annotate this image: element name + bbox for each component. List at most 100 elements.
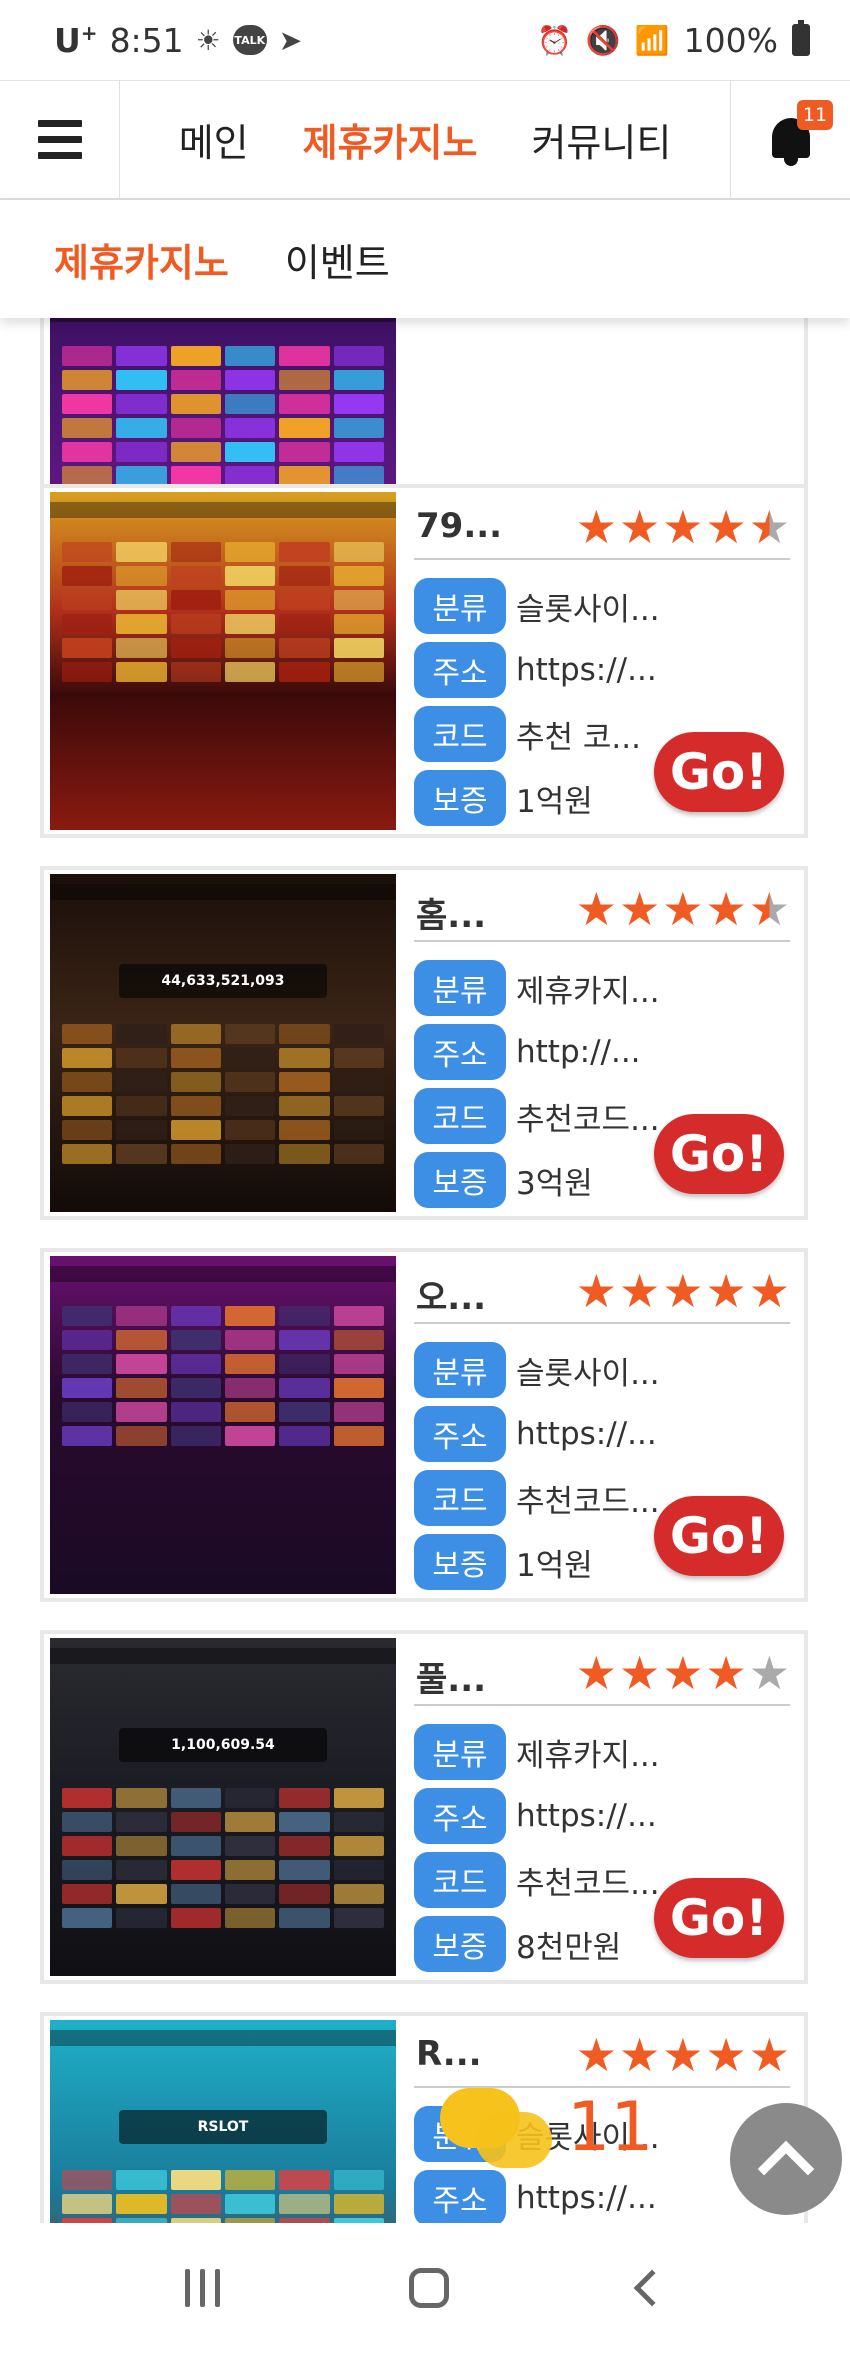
go-button[interactable]: Go! bbox=[654, 1114, 784, 1194]
info-tag: 분류 bbox=[414, 578, 506, 634]
tab-events[interactable]: 이벤트 bbox=[285, 232, 390, 287]
casino-card[interactable]: 79... ★ ★ ★ ★ ★ 분류 슬롯사이... 주소 https://... 코드 추천 코..… bbox=[40, 484, 808, 838]
battery-icon bbox=[792, 20, 810, 56]
go-button[interactable]: Go! bbox=[654, 1496, 784, 1576]
info-row: 주소 https://... bbox=[414, 642, 657, 698]
nav-main[interactable]: 메인 bbox=[179, 112, 249, 167]
clock: 8:51 bbox=[109, 20, 184, 60]
home-button[interactable] bbox=[409, 2268, 450, 2308]
star-icon: ★ bbox=[662, 1264, 704, 1318]
menu-icon[interactable] bbox=[0, 79, 120, 200]
star-icon: ★ bbox=[705, 1264, 747, 1318]
divider bbox=[414, 1322, 790, 1324]
notification-button[interactable]: 11 bbox=[730, 79, 850, 200]
casino-name[interactable]: 79... bbox=[416, 506, 502, 546]
casino-card[interactable]: RSLOTR...★★★★★분류슬롯사이...주소https://... bbox=[40, 2012, 808, 2223]
wifi-icon: 📶 bbox=[634, 23, 670, 57]
info-tag: 보증 bbox=[414, 1916, 506, 1972]
casino-card[interactable]: 오... ★ ★ ★ ★ ★ 분류 슬롯사이... 주소 https://... 코드 추천코드...… bbox=[40, 1248, 808, 1602]
casino-screenshot[interactable]: RSLOT bbox=[50, 2020, 396, 2223]
info-row: 코드 추천 코... bbox=[414, 706, 641, 762]
info-row: 보증 8천만원 bbox=[414, 1916, 621, 1972]
carrier-label: U+ bbox=[54, 20, 98, 60]
go-button[interactable]: Go! bbox=[654, 732, 784, 812]
star-icon: ★ bbox=[575, 882, 617, 936]
top-nav: 메인 제휴카지노 커뮤니티 11 bbox=[0, 79, 850, 200]
casino-name[interactable]: R... bbox=[416, 2034, 482, 2074]
thumbnail-banner-text: 44,633,521,093 bbox=[119, 964, 327, 998]
star-icon: ★ bbox=[705, 2028, 747, 2082]
star-icon: ★ bbox=[748, 1646, 790, 1700]
info-row: 주소 https://... bbox=[414, 1406, 657, 1462]
star-icon: ★ bbox=[662, 1646, 704, 1700]
casino-name[interactable]: 오... bbox=[416, 1270, 486, 1319]
thumbnail-banner-text: RSLOT bbox=[119, 2110, 327, 2144]
nav-community[interactable]: 커뮤니티 bbox=[531, 112, 671, 167]
info-row: 코드 추천코드... bbox=[414, 1088, 660, 1144]
thumbnail-banner-text: 1,100,609.54 bbox=[119, 1728, 327, 1762]
back-button[interactable] bbox=[633, 2269, 671, 2307]
info-tag: 코드 bbox=[414, 706, 506, 762]
star-icon: ★ bbox=[705, 882, 747, 936]
info-row: 분류 제휴카지... bbox=[414, 960, 660, 1016]
casino-screenshot[interactable] bbox=[50, 1256, 396, 1594]
info-value: 슬롯사이... bbox=[516, 591, 660, 628]
system-nav-bar bbox=[0, 2223, 850, 2353]
info-tag: 분류 bbox=[414, 960, 506, 1016]
casino-screenshot[interactable]: 44,633,521,093 bbox=[50, 874, 396, 1212]
chat-count[interactable]: 11 bbox=[567, 2088, 654, 2167]
star-rating: ★ ★ ★ ★ ★ bbox=[576, 2030, 790, 2080]
info-row: 분류 제휴카지... bbox=[414, 1724, 660, 1780]
info-value: http://... bbox=[516, 1034, 641, 1070]
sub-nav: 제휴카지노 이벤트 bbox=[0, 200, 850, 318]
casino-screenshot[interactable]: 1,100,609.54 bbox=[50, 1638, 396, 1976]
casino-name[interactable]: 홈... bbox=[416, 888, 486, 937]
star-icon: ★ bbox=[748, 500, 790, 554]
scroll-top-button[interactable] bbox=[730, 2103, 842, 2215]
star-icon: ★ bbox=[705, 500, 747, 554]
divider bbox=[414, 558, 790, 560]
info-value: https://... bbox=[516, 1416, 657, 1452]
alarm-icon: ⏰ bbox=[537, 23, 572, 57]
casino-card[interactable]: 44,633,521,093 홈... ★ ★ ★ ★ ★ 분류 제휴카지... 주소 http:/… bbox=[40, 866, 808, 1220]
casino-card[interactable]: 1,100,609.54 풀... ★ ★ ★ ★ ★ 분류 제휴카지... 주소 https://… bbox=[40, 1630, 808, 1984]
star-icon: ★ bbox=[748, 2028, 790, 2082]
info-row: 분류 슬롯사이... bbox=[414, 578, 660, 634]
sun-icon: ☀ bbox=[195, 23, 221, 57]
info-tag: 코드 bbox=[414, 1852, 506, 1908]
star-icon: ★ bbox=[748, 1264, 790, 1318]
star-rating: ★ ★ ★ ★ ★ bbox=[576, 502, 790, 552]
star-icon: ★ bbox=[662, 2028, 704, 2082]
star-icon: ★ bbox=[575, 500, 617, 554]
star-icon: ★ bbox=[662, 882, 704, 936]
info-tag: 보증 bbox=[414, 1152, 506, 1208]
info-tag: 분류 bbox=[414, 1342, 506, 1398]
info-value: 제휴카지... bbox=[516, 1737, 660, 1774]
casino-name[interactable]: 풀... bbox=[416, 1652, 486, 1701]
go-button[interactable]: Go! bbox=[654, 1878, 784, 1958]
info-row: 보증 1억원 bbox=[414, 770, 593, 826]
nav-partner-casino[interactable]: 제휴카지노 bbox=[303, 112, 478, 167]
star-rating: ★ ★ ★ ★ ★ bbox=[576, 1266, 790, 1316]
info-tag: 분류 bbox=[414, 1724, 506, 1780]
star-icon: ★ bbox=[619, 500, 661, 554]
info-value: 슬롯사이... bbox=[516, 1355, 660, 1392]
info-value: 추천코드... bbox=[516, 1865, 660, 1902]
info-row: 보증 3억원 bbox=[414, 1152, 593, 1208]
star-icon: ★ bbox=[662, 500, 704, 554]
talk-icon: TALK bbox=[232, 25, 267, 55]
star-icon: ★ bbox=[748, 882, 790, 936]
info-row: 코드 추천코드... bbox=[414, 1852, 660, 1908]
mute-icon: 🔇 bbox=[585, 23, 621, 57]
chat-bubble-icon[interactable] bbox=[440, 2088, 570, 2198]
recent-apps-button[interactable] bbox=[184, 2269, 220, 2307]
star-icon: ★ bbox=[619, 1646, 661, 1700]
casino-screenshot[interactable] bbox=[50, 492, 396, 830]
tab-partner-casino[interactable]: 제휴카지노 bbox=[54, 232, 229, 287]
divider bbox=[414, 940, 790, 942]
star-icon: ★ bbox=[619, 2028, 661, 2082]
info-value: 추천코드... bbox=[516, 1483, 660, 1520]
casino-list: 코드추천코드...보증3억원Go!79...★★★★★분류슬롯사이...주소ht… bbox=[0, 318, 850, 2223]
info-tag: 코드 bbox=[414, 1470, 506, 1526]
info-value: 제휴카지... bbox=[516, 973, 660, 1010]
